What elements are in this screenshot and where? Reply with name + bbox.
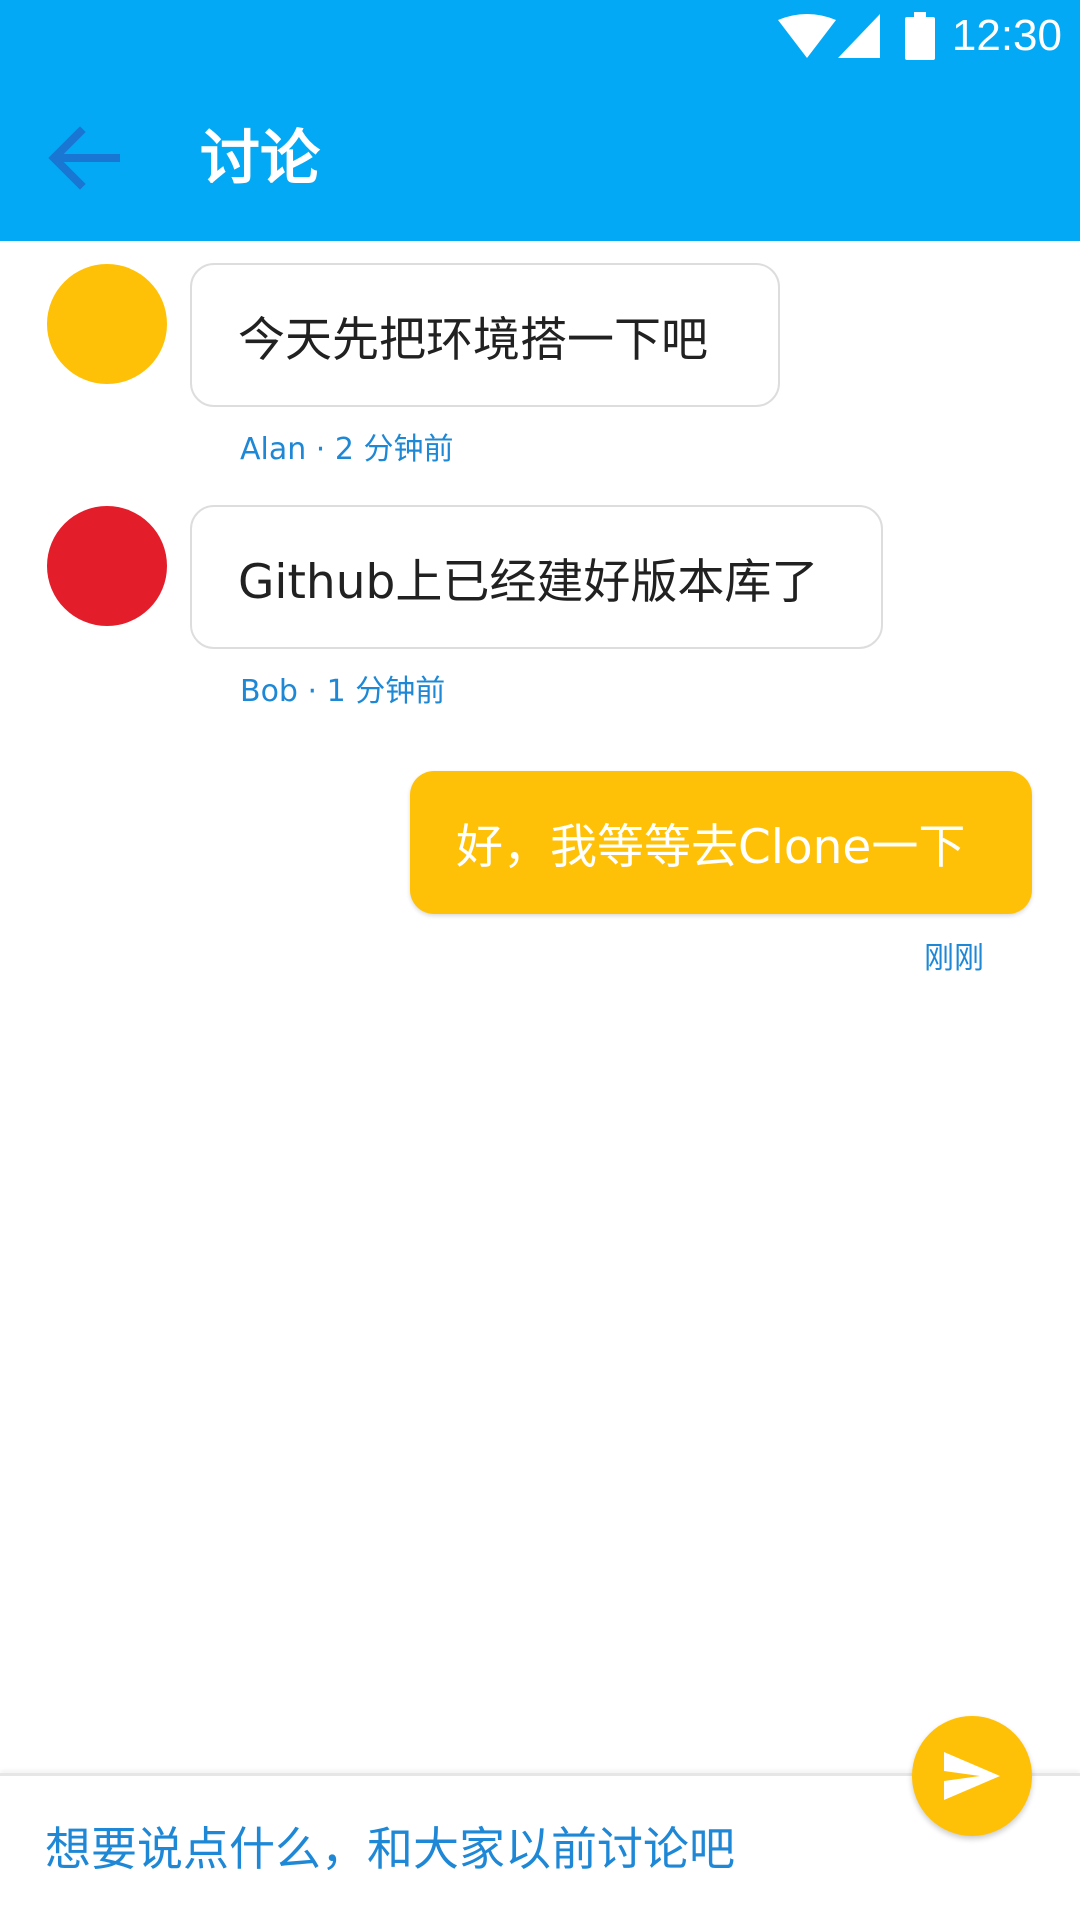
chat-screen: 12:30 讨论 今天先把环境搭一下吧 Alan · 2 分钟前 Github上… (0, 0, 1080, 1921)
message-meta: Bob · 1 分钟前 (240, 674, 446, 709)
status-bar: 12:30 (0, 0, 1080, 73)
send-icon (944, 1752, 1000, 1800)
status-time: 12:30 (951, 11, 1062, 60)
message-text: Github上已经建好版本库了 (238, 554, 819, 610)
battery-icon (905, 12, 935, 60)
back-button[interactable] (40, 115, 126, 201)
send-button[interactable] (912, 1716, 1032, 1836)
page-title: 讨论 (200, 124, 320, 194)
avatar-bob[interactable] (47, 506, 167, 626)
message-text: 今天先把环境搭一下吧 (238, 312, 708, 368)
message-bubble-outgoing[interactable]: 好，我等等去Clone一下 (410, 771, 1032, 914)
avatar-alan[interactable] (47, 264, 167, 384)
signal-icon (838, 14, 880, 58)
app-bar: 讨论 (0, 73, 1080, 241)
wifi-icon (778, 14, 836, 58)
arrow-back-icon (48, 126, 120, 190)
message-meta: 刚刚 (924, 941, 984, 976)
message-bubble[interactable]: Github上已经建好版本库了 (190, 505, 883, 649)
message-bubble[interactable]: 今天先把环境搭一下吧 (190, 263, 780, 407)
message-text: 好，我等等去Clone一下 (456, 820, 966, 875)
message-meta: Alan · 2 分钟前 (240, 432, 454, 467)
